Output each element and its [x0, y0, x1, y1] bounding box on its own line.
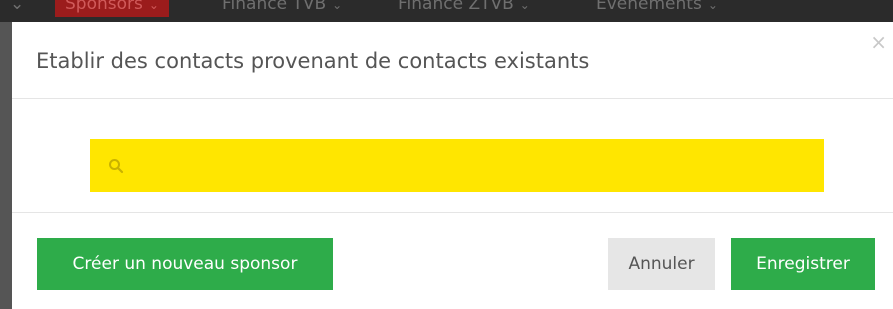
- chevron-down-icon: ⌄: [707, 0, 718, 12]
- nav-item-label: Finance TVB: [222, 0, 327, 14]
- nav-item-sponsors[interactable]: Sponsors ⌄: [55, 0, 169, 17]
- contacts-modal: Etablir des contacts provenant de contac…: [12, 22, 893, 309]
- close-icon[interactable]: ×: [870, 32, 887, 52]
- nav-item-finance-ztvb[interactable]: Finance ZTVB ⌄: [398, 0, 530, 17]
- nav-item-label: Finance ZTVB: [398, 0, 514, 14]
- cancel-button[interactable]: Annuler: [608, 238, 715, 290]
- chevron-down-icon: ⌄: [519, 0, 530, 12]
- search-input[interactable]: [134, 139, 818, 194]
- nav-item-label: Sponsors: [65, 0, 143, 14]
- modal-header: Etablir des contacts provenant de contac…: [12, 22, 893, 99]
- chevron-down-icon: ⌄: [148, 0, 159, 12]
- create-sponsor-button[interactable]: Créer un nouveau sponsor: [37, 238, 333, 290]
- search-icon: [109, 159, 124, 174]
- modal-body: [12, 99, 893, 213]
- nav-item-evenements[interactable]: Evenements ⌄: [596, 0, 718, 17]
- nav-item-label: Evenements: [596, 0, 702, 14]
- backdrop: [0, 22, 12, 309]
- nav-caret-icon[interactable]: ⌄: [10, 0, 24, 17]
- nav-item-finance-tvb[interactable]: Finance TVB ⌄: [222, 0, 342, 17]
- top-navigation: ⌄ Sponsors ⌄ Finance TVB ⌄ Finance ZTVB ⌄ E…: [0, 0, 893, 22]
- modal-title: Etablir des contacts provenant de contac…: [36, 49, 590, 73]
- search-field[interactable]: [90, 139, 824, 194]
- chevron-down-icon: ⌄: [332, 0, 343, 12]
- save-button[interactable]: Enregistrer: [731, 238, 875, 290]
